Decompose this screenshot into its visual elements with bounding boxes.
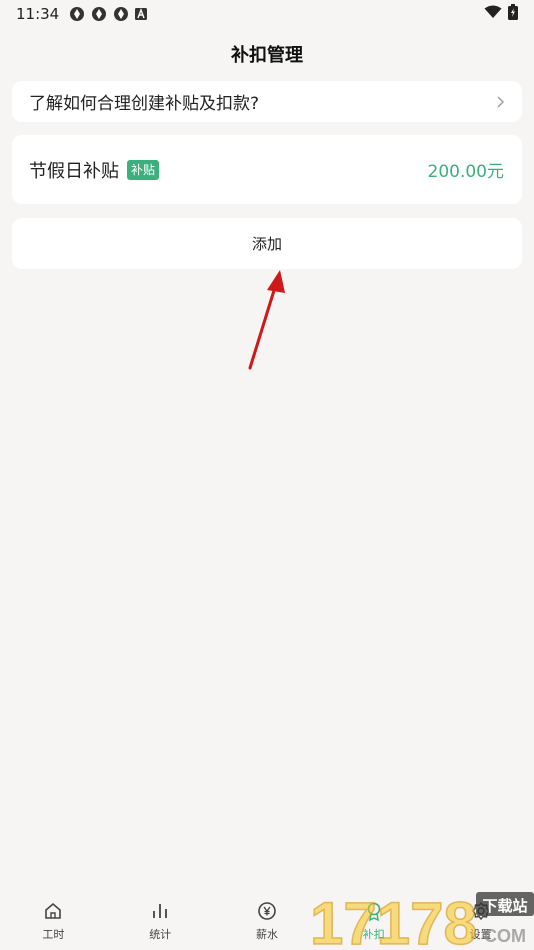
allowance-amount: 200.00元 — [427, 162, 504, 182]
allowance-item-row[interactable]: 节假日补贴 补贴 200.00元 — [12, 135, 522, 204]
status-bar: 11:34 — [0, 0, 534, 28]
bar-chart-icon — [150, 900, 170, 922]
help-link-text: 了解如何合理创建补贴及扣款? — [29, 94, 260, 114]
home-icon — [43, 900, 63, 922]
award-icon — [364, 900, 384, 922]
allowance-type-badge: 补贴 — [127, 159, 160, 180]
annotation-arrow-icon — [248, 270, 285, 370]
help-link-row[interactable]: 了解如何合理创建补贴及扣款? — [12, 81, 522, 122]
nav-item-deductions[interactable]: 补扣 — [320, 886, 427, 950]
nav-label: 设置 — [469, 928, 492, 941]
battery-charging-icon — [508, 4, 518, 24]
page-title: 补扣管理 — [231, 45, 303, 66]
aperture-icon — [91, 6, 107, 22]
nav-label: 薪水 — [255, 928, 278, 941]
aperture-icon — [69, 6, 85, 22]
gear-icon — [471, 900, 491, 922]
status-time: 11:34 — [16, 5, 60, 23]
nav-label: 工时 — [42, 928, 65, 941]
aperture-icon — [113, 6, 129, 22]
nav-item-salary[interactable]: 薪水 — [214, 886, 321, 950]
bottom-nav: 工时 统计 薪水 补扣 设置 — [0, 886, 534, 950]
nav-item-worktime[interactable]: 工时 — [0, 886, 107, 950]
nav-item-stats[interactable]: 统计 — [107, 886, 214, 950]
add-button[interactable]: 添加 — [12, 218, 522, 269]
wifi-icon — [484, 5, 502, 23]
chevron-right-icon — [496, 96, 504, 108]
nav-label: 补扣 — [362, 928, 385, 941]
status-notification-icons — [69, 6, 148, 22]
add-button-label: 添加 — [251, 235, 282, 253]
a-box-icon — [135, 8, 148, 20]
status-system-icons — [484, 4, 518, 24]
allowance-name: 节假日补贴 — [29, 160, 119, 182]
yen-coin-icon — [257, 900, 277, 922]
nav-label: 统计 — [149, 928, 172, 941]
nav-item-settings[interactable]: 设置 — [427, 886, 534, 950]
